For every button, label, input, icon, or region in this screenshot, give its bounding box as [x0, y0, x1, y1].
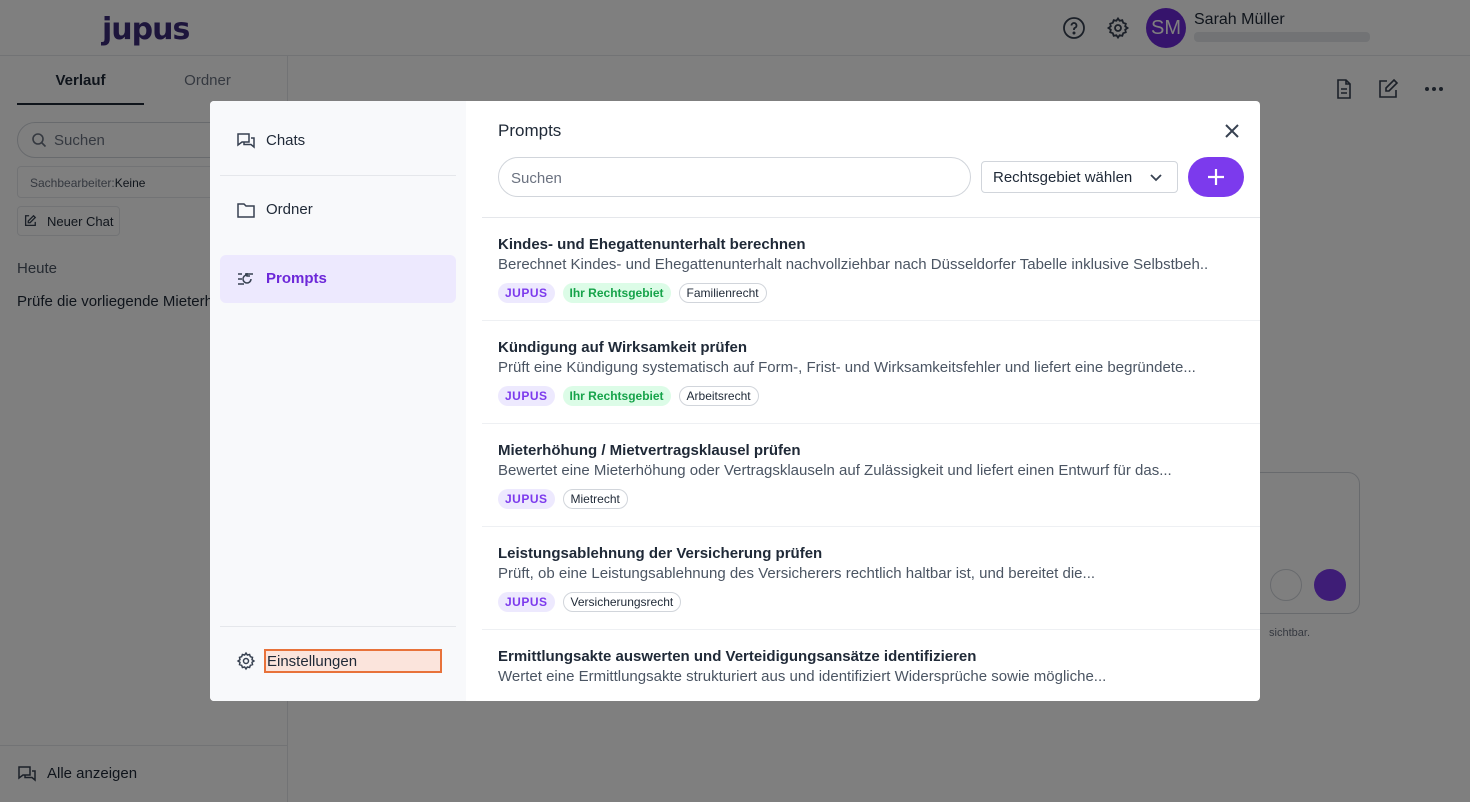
prompt-tags: JUPUS Ihr Rechtsgebiet Familienrecht: [498, 283, 767, 303]
prompt-card[interactable]: Ermittlungsakte auswerten und Verteidigu…: [482, 630, 1260, 701]
prompt-tags: JUPUS Ihr Rechtsgebiet Arbeitsrecht: [498, 386, 759, 406]
nav-folders[interactable]: Ordner: [220, 186, 456, 234]
tag-jupus: JUPUS: [498, 386, 555, 406]
tag-legal-area: Versicherungsrecht: [562, 592, 682, 612]
prompt-description: Berechnet Kindes- und Ehegattenunterhalt…: [498, 256, 1208, 273]
prompt-title: Mieterhöhung / Mietvertragsklausel prüfe…: [498, 442, 801, 459]
tag-jupus: JUPUS: [498, 592, 555, 612]
nav-divider: [220, 175, 456, 176]
folder-icon: [237, 203, 255, 218]
tag-jupus: JUPUS: [498, 489, 555, 509]
tag-your-area: Ihr Rechtsgebiet: [562, 283, 671, 303]
prompt-card[interactable]: Kündigung auf Wirksamkeit prüfen Prüft e…: [482, 321, 1260, 424]
tag-your-area: Ihr Rechtsgebiet: [562, 386, 671, 406]
nav-prompts-label: Prompts: [266, 270, 327, 287]
prompt-list: Kindes- und Ehegattenunterhalt berechnen…: [482, 218, 1260, 701]
chevron-down-icon: [1150, 174, 1162, 182]
prompt-title: Leistungsablehnung der Versicherung prüf…: [498, 545, 823, 562]
prompts-icon: [238, 273, 253, 285]
prompt-description: Prüft, ob eine Leistungsablehnung des Ve…: [498, 565, 1096, 582]
tag-jupus: JUPUS: [498, 283, 555, 303]
prompt-title: Ermittlungsakte auswerten und Verteidigu…: [498, 648, 977, 665]
prompt-tags: JUPUS Mietrecht: [498, 489, 628, 509]
prompt-card[interactable]: Mieterhöhung / Mietvertragsklausel prüfe…: [482, 424, 1260, 527]
prompt-title: Kündigung auf Wirksamkeit prüfen: [498, 339, 748, 356]
prompt-description: Wertet eine Ermittlungsakte strukturiert…: [498, 668, 1107, 685]
prompt-description: Prüft eine Kündigung systematisch auf Fo…: [498, 359, 1196, 376]
prompt-search-input[interactable]: Suchen: [498, 157, 971, 197]
tag-legal-area: Mietrecht: [562, 489, 628, 509]
plus-icon: [1208, 169, 1224, 185]
nav-chats[interactable]: Chats: [220, 117, 456, 165]
prompt-card[interactable]: Leistungsablehnung der Versicherung prüf…: [482, 527, 1260, 630]
modal-sidebar: Chats Ordner Prompts Einstellungen: [210, 101, 466, 701]
prompt-title: Kindes- und Ehegattenunterhalt berechnen: [498, 236, 806, 253]
close-icon[interactable]: [1220, 119, 1244, 143]
tag-legal-area: Arbeitsrecht: [678, 386, 759, 406]
prompt-tags: JUPUS Versicherungsrecht: [498, 592, 682, 612]
prompt-card[interactable]: Kindes- und Ehegattenunterhalt berechnen…: [482, 218, 1260, 321]
prompts-panel: Prompts Suchen Rechtsgebiet wählen Kinde…: [466, 101, 1260, 701]
nav-divider: [220, 626, 456, 627]
nav-settings[interactable]: Einstellungen: [264, 649, 442, 673]
chats-icon: [237, 133, 255, 149]
add-prompt-button[interactable]: [1188, 157, 1244, 197]
gear-icon: [236, 651, 256, 671]
prompt-description: Bewertet eine Mieterhöhung oder Vertrags…: [498, 462, 1172, 479]
tag-legal-area: Familienrecht: [678, 283, 767, 303]
modal-title: Prompts: [498, 121, 562, 140]
nav-prompts[interactable]: Prompts: [220, 255, 456, 303]
prompts-modal: Chats Ordner Prompts Einstellungen Promp…: [210, 101, 1260, 701]
nav-folders-label: Ordner: [266, 201, 313, 218]
nav-chats-label: Chats: [266, 132, 306, 149]
